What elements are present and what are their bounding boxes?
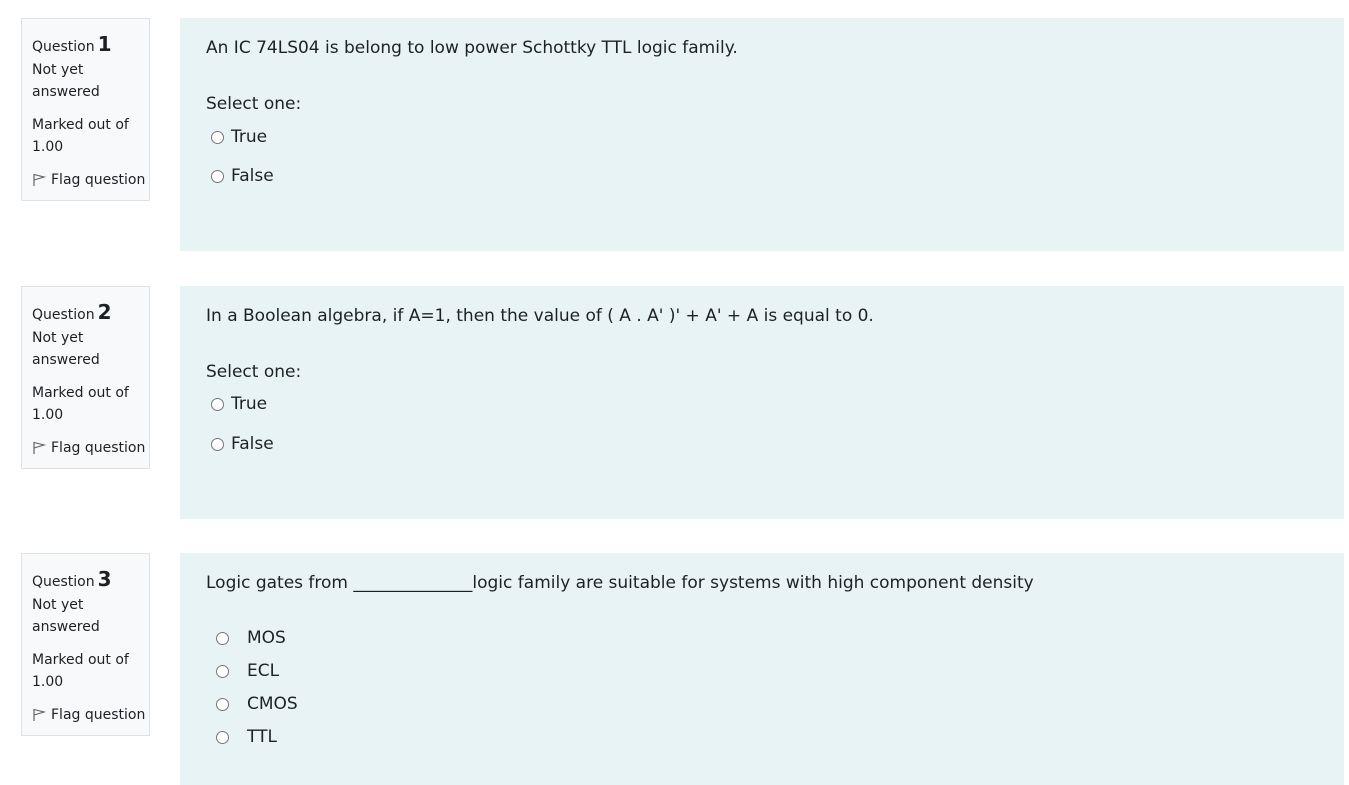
option-label: ECL	[247, 661, 280, 681]
select-one-prompt: Select one:	[206, 362, 302, 382]
question-grade: Marked out of 1.00	[32, 652, 129, 690]
flag-question-label: Flag question	[51, 707, 146, 723]
radio-button[interactable]	[216, 664, 229, 678]
question-text: Logic gates from ______________logic fam…	[206, 573, 1034, 593]
radio-button[interactable]	[211, 397, 224, 411]
question-state: Not yet answered	[32, 62, 100, 100]
option-label: MOS	[247, 628, 286, 648]
question-grade: Marked out of 1.00	[32, 385, 129, 423]
option-label: False	[231, 434, 274, 454]
question-content: Logic gates from ______________logic fam…	[180, 553, 1344, 785]
option-cmos[interactable]: CMOS	[216, 693, 298, 715]
option-ttl[interactable]: TTL	[216, 726, 277, 748]
radio-button[interactable]	[211, 169, 224, 183]
option-false[interactable]: False	[211, 433, 274, 455]
flag-icon	[33, 441, 46, 454]
flag-icon	[33, 173, 46, 186]
flag-question-button[interactable]: Flag question	[32, 169, 149, 191]
question-number-value: 2	[97, 300, 112, 324]
option-true[interactable]: True	[211, 126, 267, 148]
radio-button[interactable]	[216, 730, 229, 744]
question-word: Question	[32, 307, 95, 323]
question-word: Question	[32, 39, 95, 55]
question-info: Question 1 Not yet answered Marked out of…	[21, 18, 150, 201]
flag-question-button[interactable]: Flag question	[32, 437, 149, 459]
radio-button[interactable]	[211, 437, 224, 451]
question-info: Question 3 Not yet answered Marked out of…	[21, 553, 150, 736]
question-number-value: 3	[97, 567, 112, 591]
option-label: True	[231, 394, 268, 414]
option-label: CMOS	[247, 694, 298, 714]
flag-question-label: Flag question	[51, 440, 146, 456]
option-true[interactable]: True	[211, 393, 267, 415]
question-number: Question 2	[32, 297, 149, 327]
question-number-value: 1	[97, 32, 112, 56]
question-text: In a Boolean algebra, if A=1, then the v…	[206, 306, 874, 326]
radio-button[interactable]	[216, 697, 229, 711]
question-state: Not yet answered	[32, 597, 100, 635]
question-number: Question 3	[32, 564, 149, 594]
option-false[interactable]: False	[211, 165, 274, 187]
option-label: False	[231, 166, 274, 186]
question-text: An IC 74LS04 is belong to low power Scho…	[206, 38, 738, 58]
flag-question-button[interactable]: Flag question	[32, 704, 149, 726]
radio-button[interactable]	[211, 130, 224, 144]
question-state: Not yet answered	[32, 330, 100, 368]
option-ecl[interactable]: ECL	[216, 660, 279, 682]
flag-question-label: Flag question	[51, 172, 146, 188]
question-content: In a Boolean algebra, if A=1, then the v…	[180, 286, 1344, 519]
option-label: TTL	[247, 727, 277, 747]
option-label: True	[231, 127, 268, 147]
question-grade: Marked out of 1.00	[32, 117, 129, 155]
question-number: Question 1	[32, 29, 149, 59]
flag-icon	[33, 708, 46, 721]
question-info: Question 2 Not yet answered Marked out of…	[21, 286, 150, 469]
question-content: An IC 74LS04 is belong to low power Scho…	[180, 18, 1344, 251]
question-word: Question	[32, 574, 95, 590]
radio-button[interactable]	[216, 631, 229, 645]
select-one-prompt: Select one:	[206, 94, 302, 114]
option-mos[interactable]: MOS	[216, 627, 286, 649]
